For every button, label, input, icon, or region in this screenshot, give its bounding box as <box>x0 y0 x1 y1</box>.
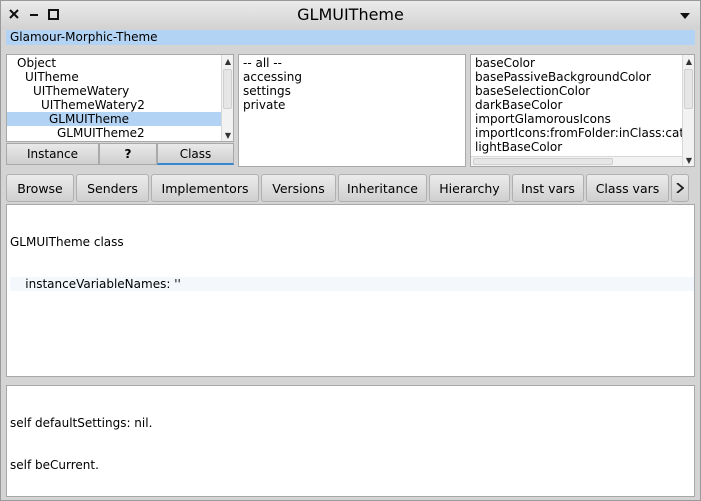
browse-button[interactable]: Browse <box>6 174 74 202</box>
protocol-list-pane[interactable]: -- all -- accessing settings private <box>238 54 466 167</box>
definition-line: instanceVariableNames: '' <box>10 277 694 291</box>
class-list-item[interactable]: UIThemeWatery2 <box>7 98 221 112</box>
window-menu-icon[interactable] <box>678 9 692 23</box>
class-list-item[interactable]: GLMUITheme <box>7 112 221 126</box>
implementors-button[interactable]: Implementors <box>151 174 259 202</box>
method-list-item[interactable]: baseSelectionColor <box>475 84 682 98</box>
browser-window: GLMUITheme Glamour-Morphic-Theme Object U… <box>0 0 701 501</box>
protocol-list-item[interactable]: settings <box>243 84 465 98</box>
method-list-item[interactable]: importGlamorousIcons <box>475 112 682 126</box>
protocol-list-item[interactable]: private <box>243 98 465 112</box>
package-bar[interactable]: Glamour-Morphic-Theme <box>6 30 695 45</box>
protocol-list-item[interactable]: -- all -- <box>243 56 465 70</box>
method-list-item[interactable]: lightSelectionColor <box>475 154 682 155</box>
method-list-item[interactable]: importIcons:fromFolder:inClass:cat <box>475 126 682 140</box>
scroll-up-icon[interactable]: ▲ <box>222 55 233 67</box>
method-list-pane[interactable]: baseColor basePassiveBackgroundColor baseS… <box>470 54 695 167</box>
method-list-hscrollbar[interactable] <box>471 156 682 166</box>
window-title: GLMUITheme <box>297 5 404 24</box>
definition-line: GLMUITheme class <box>10 235 124 249</box>
class-side-switch: Instance ? Class <box>6 143 234 165</box>
scroll-thumb[interactable] <box>223 69 232 109</box>
class-list-scrollbar[interactable]: ▲ ▼ <box>221 55 233 141</box>
class-vars-button[interactable]: Class vars <box>586 174 669 202</box>
class-list-pane[interactable]: Object UITheme UIThemeWatery UIThemeWatery2… <box>6 54 234 142</box>
scroll-down-icon[interactable]: ▼ <box>683 154 694 166</box>
scroll-thumb[interactable] <box>684 69 693 109</box>
definition-editor[interactable]: GLMUITheme class instanceVariableNames: … <box>6 204 695 377</box>
method-list-item[interactable]: lightBaseColor <box>475 140 682 154</box>
protocol-list-item[interactable]: accessing <box>243 70 465 84</box>
scroll-down-icon[interactable]: ▼ <box>222 129 233 141</box>
class-button[interactable]: Class <box>157 143 234 165</box>
inst-vars-button[interactable]: Inst vars <box>512 174 584 202</box>
class-list-item[interactable]: Object <box>7 56 221 70</box>
inheritance-button[interactable]: Inheritance <box>338 174 427 202</box>
class-list-item[interactable]: UITheme <box>7 70 221 84</box>
hscroll-thumb[interactable] <box>473 158 613 165</box>
scroll-up-icon[interactable]: ▲ <box>683 55 694 67</box>
method-list-item[interactable]: darkBaseColor <box>475 98 682 112</box>
class-list-item[interactable]: GLMUITheme2 <box>7 126 221 140</box>
script-line: self defaultSettings: nil. <box>10 416 153 430</box>
method-list-scrollbar[interactable]: ▲ ▼ <box>682 55 694 166</box>
method-list-item[interactable]: basePassiveBackgroundColor <box>475 70 682 84</box>
script-line: self beCurrent. <box>10 458 99 472</box>
versions-button[interactable]: Versions <box>261 174 336 202</box>
method-list-item[interactable]: baseColor <box>475 56 682 70</box>
browser-toolbar: Browse Senders Implementors Versions Inh… <box>6 174 695 202</box>
class-list-item[interactable]: UIThemeWatery <box>7 84 221 98</box>
senders-button[interactable]: Senders <box>76 174 149 202</box>
instance-button[interactable]: Instance <box>6 143 99 165</box>
script-editor[interactable]: self defaultSettings: nil. self beCurren… <box>6 385 695 497</box>
toolbar-next-icon[interactable] <box>671 174 689 202</box>
title-bar[interactable]: GLMUITheme <box>1 1 700 29</box>
hierarchy-button[interactable]: Hierarchy <box>429 174 510 202</box>
help-button[interactable]: ? <box>99 143 157 165</box>
